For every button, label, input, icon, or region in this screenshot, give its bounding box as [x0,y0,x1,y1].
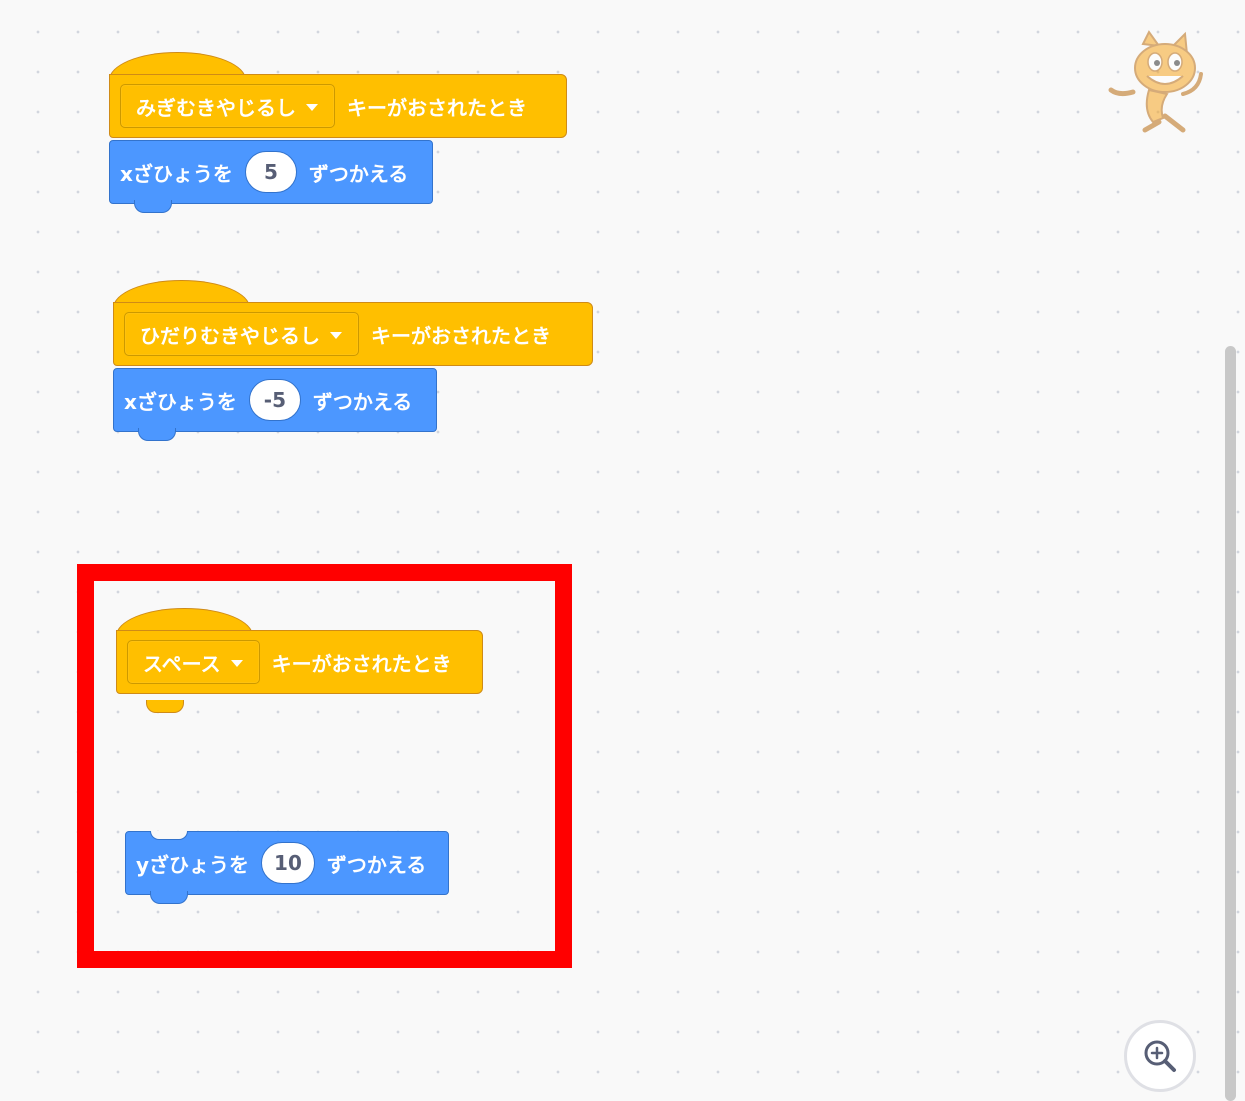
key-dropdown[interactable]: みぎむきやじるし [120,84,335,128]
block-suffix-label: ずつかえる [308,161,409,186]
key-dropdown-label: ひだりむきやじるし [140,323,320,348]
event-label: キーがおされたとき [347,95,527,120]
change-x-by-block-right[interactable]: xざひょうを 5 ずつかえる [109,140,433,213]
code-workspace[interactable]: みぎむきやじるし キーがおされたとき xざひょうを 5 ずつかえる ひだりむきや… [0,0,1245,1101]
block-prefix-label: xざひょうを [120,161,233,186]
hat-body[interactable]: みぎむきやじるし キーがおされたとき [109,74,567,138]
value-input[interactable]: -5 [248,379,301,421]
zoom-in-button[interactable] [1124,1020,1196,1092]
value-input[interactable]: 5 [244,151,297,193]
hat-body[interactable]: ひだりむきやじるし キーがおされたとき [113,302,593,366]
change-x-by-block-left[interactable]: xざひょうを -5 ずつかえる [113,368,437,441]
vertical-scrollbar[interactable] [1223,0,1245,1101]
chevron-down-icon [330,331,342,339]
block-connector [134,200,172,213]
highlight-annotation-box [77,564,572,968]
key-dropdown-label: みぎむきやじるし [136,95,296,120]
block-suffix-label: ずつかえる [312,389,413,414]
when-key-pressed-block-left[interactable]: ひだりむきやじるし キーがおされたとき [113,280,593,376]
when-key-pressed-block-right[interactable]: みぎむきやじるし キーがおされたとき [109,52,567,148]
scratch-cat-sprite-icon [1108,30,1203,133]
block-connector [138,428,176,441]
event-label: キーがおされたとき [371,323,551,348]
block-prefix-label: xざひょうを [124,389,237,414]
key-dropdown[interactable]: ひだりむきやじるし [124,312,359,356]
scrollbar-thumb[interactable] [1225,346,1236,1101]
chevron-down-icon [306,103,318,111]
zoom-in-icon [1144,1040,1176,1072]
